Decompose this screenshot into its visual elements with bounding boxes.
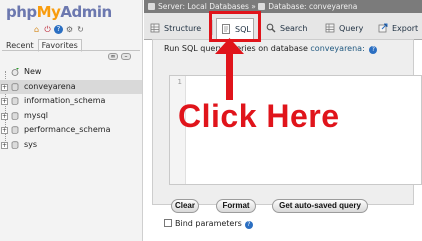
bind-parameters-option: Bind parameters? [164,219,253,229]
server-icon [148,3,155,10]
tab-search[interactable]: Search [266,18,307,39]
tree-item-performance-schema[interactable]: + performance_schema [0,123,142,138]
tab-label: Search [280,24,308,33]
database-icon [11,82,19,91]
tab-export[interactable]: Export [378,18,418,39]
database-icon [11,140,19,149]
tree-item-label: mysql [24,110,48,120]
top-menu-tabs: Structure SQL Search Query Export [144,13,422,40]
breadcrumb-database[interactable]: Database: conveyarena [268,2,357,11]
tree-item-label: sys [24,139,38,149]
expand-icon[interactable]: + [1,83,8,91]
tree-item-label: information_schema [24,96,106,105]
home-icon[interactable]: ⌂ [32,25,41,34]
tab-label: Structure [164,24,202,33]
nav-divider [2,50,140,51]
database-icon [258,3,266,10]
logout-icon[interactable]: ⏻ [43,25,52,34]
expand-icon[interactable]: + [1,141,8,149]
format-button[interactable]: Format [216,199,256,213]
bind-parameters-label[interactable]: Bind parameters [175,219,242,228]
help-icon[interactable]: ? [369,46,378,54]
reload-icon[interactable]: ↻ [76,25,85,34]
structure-icon [150,23,160,33]
bind-parameters-checkbox[interactable] [164,219,172,227]
tree-item-label: performance_schema [24,125,111,134]
database-icon [11,126,19,134]
tree-item-label: New [24,67,42,76]
breadcrumb-server[interactable]: Server: Local Databases [158,2,249,11]
database-icon [11,97,19,105]
clear-button[interactable]: Clear [171,199,199,213]
breadcrumb-separator: » [251,2,256,11]
navigation-panel: phpMyAdmin ⌂ ⏻ ? ⚙ ↻ Recent Favorites ∞ … [0,0,143,241]
link-icon[interactable]: ∞ [108,53,118,60]
collapse-icon[interactable]: – [121,53,131,60]
help-icon[interactable]: ? [54,25,63,34]
database-tree: New + conveyarena + information_schema + [0,65,142,152]
click-here-annotation: Click Here [178,98,340,134]
tab-structure[interactable]: Structure [150,18,201,39]
tab-label: Export [392,24,419,33]
tree-item-sys[interactable]: + sys [0,138,142,153]
sql-box-heading: Run SQL query/queries on database convey… [164,44,378,54]
nav-tree-tools: ∞ – [108,53,131,60]
search-icon [266,23,276,33]
database-link[interactable]: conveyarena: [310,44,364,53]
export-icon [378,23,388,33]
expand-icon[interactable]: + [1,127,8,134]
new-db-icon [11,68,19,76]
settings-icon[interactable]: ⚙ [65,25,74,34]
expand-icon[interactable]: + [1,98,8,105]
tree-item-label: conveyarena [24,81,76,91]
database-icon [11,111,19,120]
phpmyadmin-logo[interactable]: phpMyAdmin [6,3,112,21]
expand-icon[interactable]: + [1,112,8,120]
tab-query[interactable]: Query [325,18,363,39]
tab-label: Query [339,24,364,33]
help-icon[interactable]: ? [244,221,253,229]
tree-item-conveyarena[interactable]: + conveyarena [0,79,142,94]
query-icon [325,23,335,33]
tree-item-mysql[interactable]: + mysql [0,109,142,124]
annotation-arrow-icon [215,38,244,100]
tree-item-information-schema[interactable]: + information_schema [0,94,142,109]
get-auto-saved-query-button[interactable]: Get auto-saved query [272,199,368,213]
line-number: 1 [177,78,182,86]
nav-quick-icons: ⌂ ⏻ ? ⚙ ↻ [32,25,85,34]
breadcrumb: Server: Local Databases » Database: conv… [144,0,422,13]
tree-item-new[interactable]: New [0,65,142,80]
